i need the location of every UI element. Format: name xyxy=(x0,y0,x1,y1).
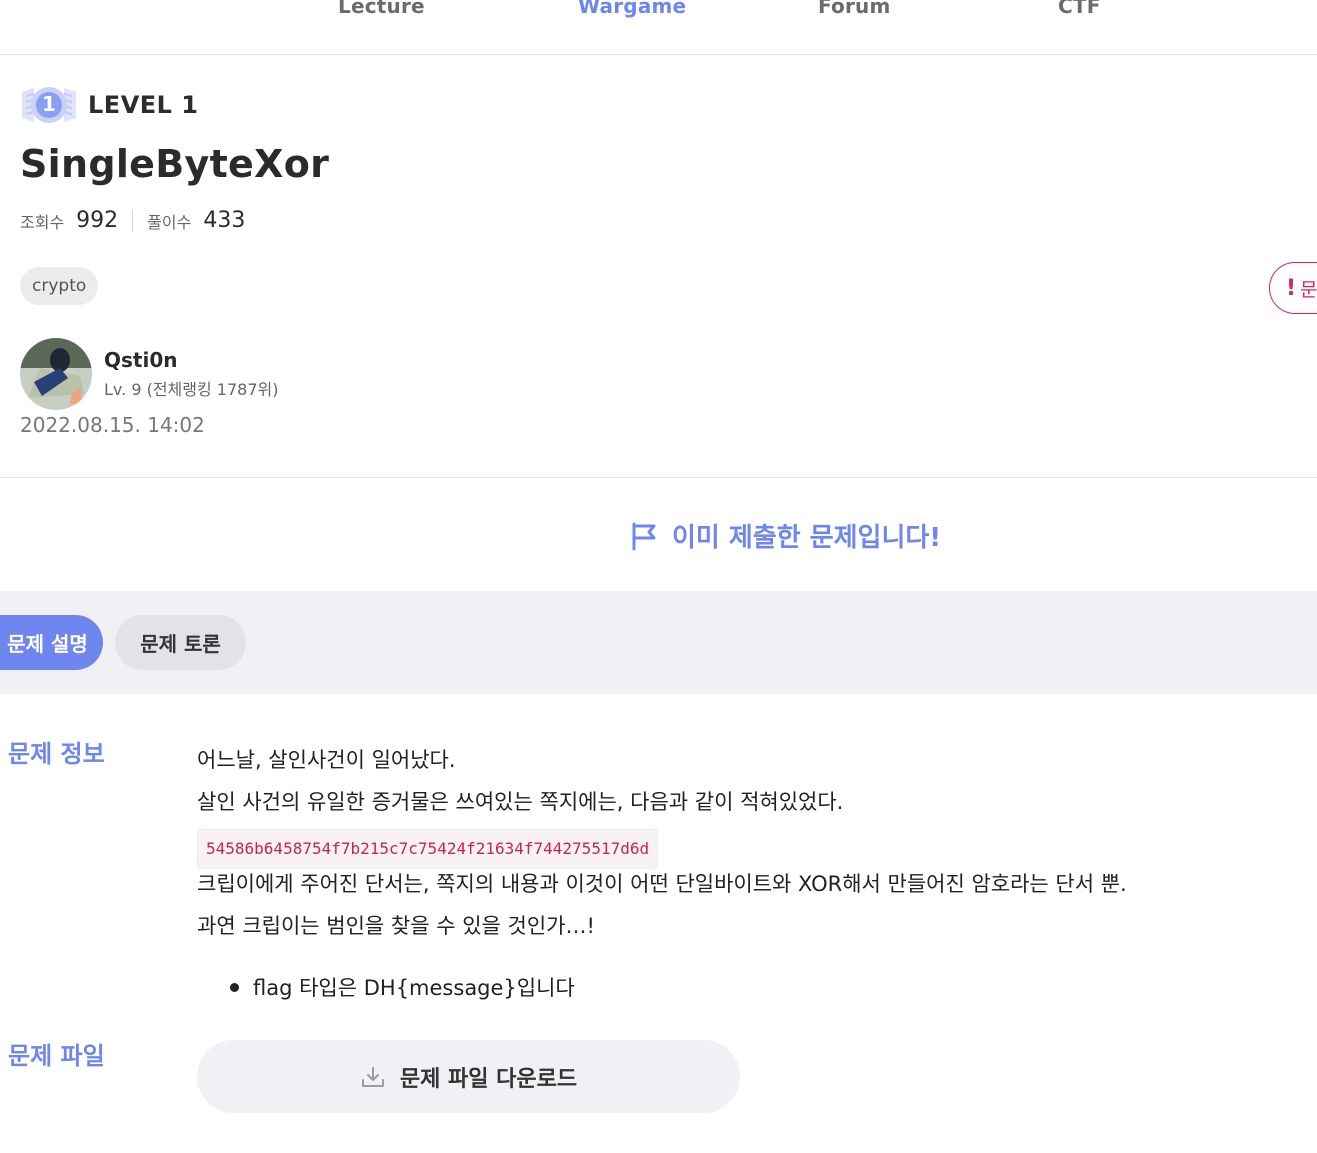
page-title: SingleByteXor xyxy=(20,142,330,186)
views-count: 992 xyxy=(76,208,119,233)
nav-ctf[interactable]: CTF xyxy=(1058,0,1101,18)
author-info: Qsti0n Lv. 9 (전체랭킹 1787위) xyxy=(20,338,278,410)
submitted-notice: 이미 제출한 문제입니다! xyxy=(630,517,941,554)
level-badge-number: 1 xyxy=(42,92,56,116)
files-section-label: 문제 파일 xyxy=(8,1042,105,1070)
solves-count: 433 xyxy=(203,208,246,233)
description-code-line: 54586b6458754f7b215c7c75424f21634f744275… xyxy=(197,829,1297,869)
divider xyxy=(0,477,1317,478)
info-section-label: 문제 정보 xyxy=(8,740,105,768)
category-tag[interactable]: crypto xyxy=(20,267,99,305)
challenge-description: 어느날, 살인사건이 일어났다. 살인 사건의 유일한 증거물은 쓰여있는 쪽지… xyxy=(197,745,1297,953)
level-badge-icon: 1 xyxy=(20,82,78,128)
flag-icon xyxy=(632,522,656,550)
bullet-icon xyxy=(230,982,239,992)
tab-discussion[interactable]: 문제 토론 xyxy=(115,615,246,670)
avatar[interactable] xyxy=(20,338,92,410)
description-line: 어느날, 살인사건이 일어났다. xyxy=(197,748,456,772)
report-button[interactable]: ! 문 xyxy=(1269,262,1317,314)
tab-description[interactable]: 문제 설명 xyxy=(0,615,103,670)
submitted-text: 이미 제출한 문제입니다! xyxy=(672,523,942,553)
exclamation-icon: ! xyxy=(1286,275,1297,301)
views-label: 조회수 xyxy=(20,212,65,232)
flag-format-text: flag 타입은 DH{message}입니다 xyxy=(253,976,575,1000)
nav-lecture[interactable]: Lecture xyxy=(338,0,425,18)
author-name[interactable]: Qsti0n xyxy=(104,348,278,372)
solves-label: 풀이수 xyxy=(147,212,192,232)
download-file-button[interactable]: 문제 파일 다운로드 xyxy=(197,1040,740,1113)
author-text: Qsti0n Lv. 9 (전체랭킹 1787위) xyxy=(104,348,278,400)
challenge-stats: 조회수 992 풀이수 433 xyxy=(20,208,245,233)
report-label: 문 xyxy=(1300,278,1317,301)
cipher-code: 54586b6458754f7b215c7c75424f21634f744275… xyxy=(197,829,659,869)
author-rank: Lv. 9 (전체랭킹 1787위) xyxy=(104,380,279,399)
nav-wargame[interactable]: Wargame xyxy=(578,0,686,18)
top-navigation: Lecture Wargame Forum CTF xyxy=(0,0,1317,55)
description-line: 크립이에게 주어진 단서는, 쪽지의 내용과 이것이 어떤 단일바이트와 XOR… xyxy=(197,872,1127,896)
description-line: 과연 크립이는 범인을 찾을 수 있을 것인가…! xyxy=(197,914,595,938)
nav-forum[interactable]: Forum xyxy=(818,0,891,18)
description-line: 살인 사건의 유일한 증거물은 쓰여있는 쪽지에는, 다음과 같이 적혀있었다. xyxy=(197,790,844,814)
level-label: LEVEL 1 xyxy=(88,91,199,119)
download-label: 문제 파일 다운로드 xyxy=(399,1066,578,1092)
download-icon xyxy=(361,1066,384,1087)
level-row: 1 LEVEL 1 xyxy=(20,82,199,128)
list-item: flag 타입은 DH{message}입니다 xyxy=(230,972,575,1002)
stats-divider xyxy=(132,209,134,232)
published-date: 2022.08.15. 14:02 xyxy=(20,413,205,437)
tab-bar: 문제 설명 문제 토론 xyxy=(0,591,1317,694)
